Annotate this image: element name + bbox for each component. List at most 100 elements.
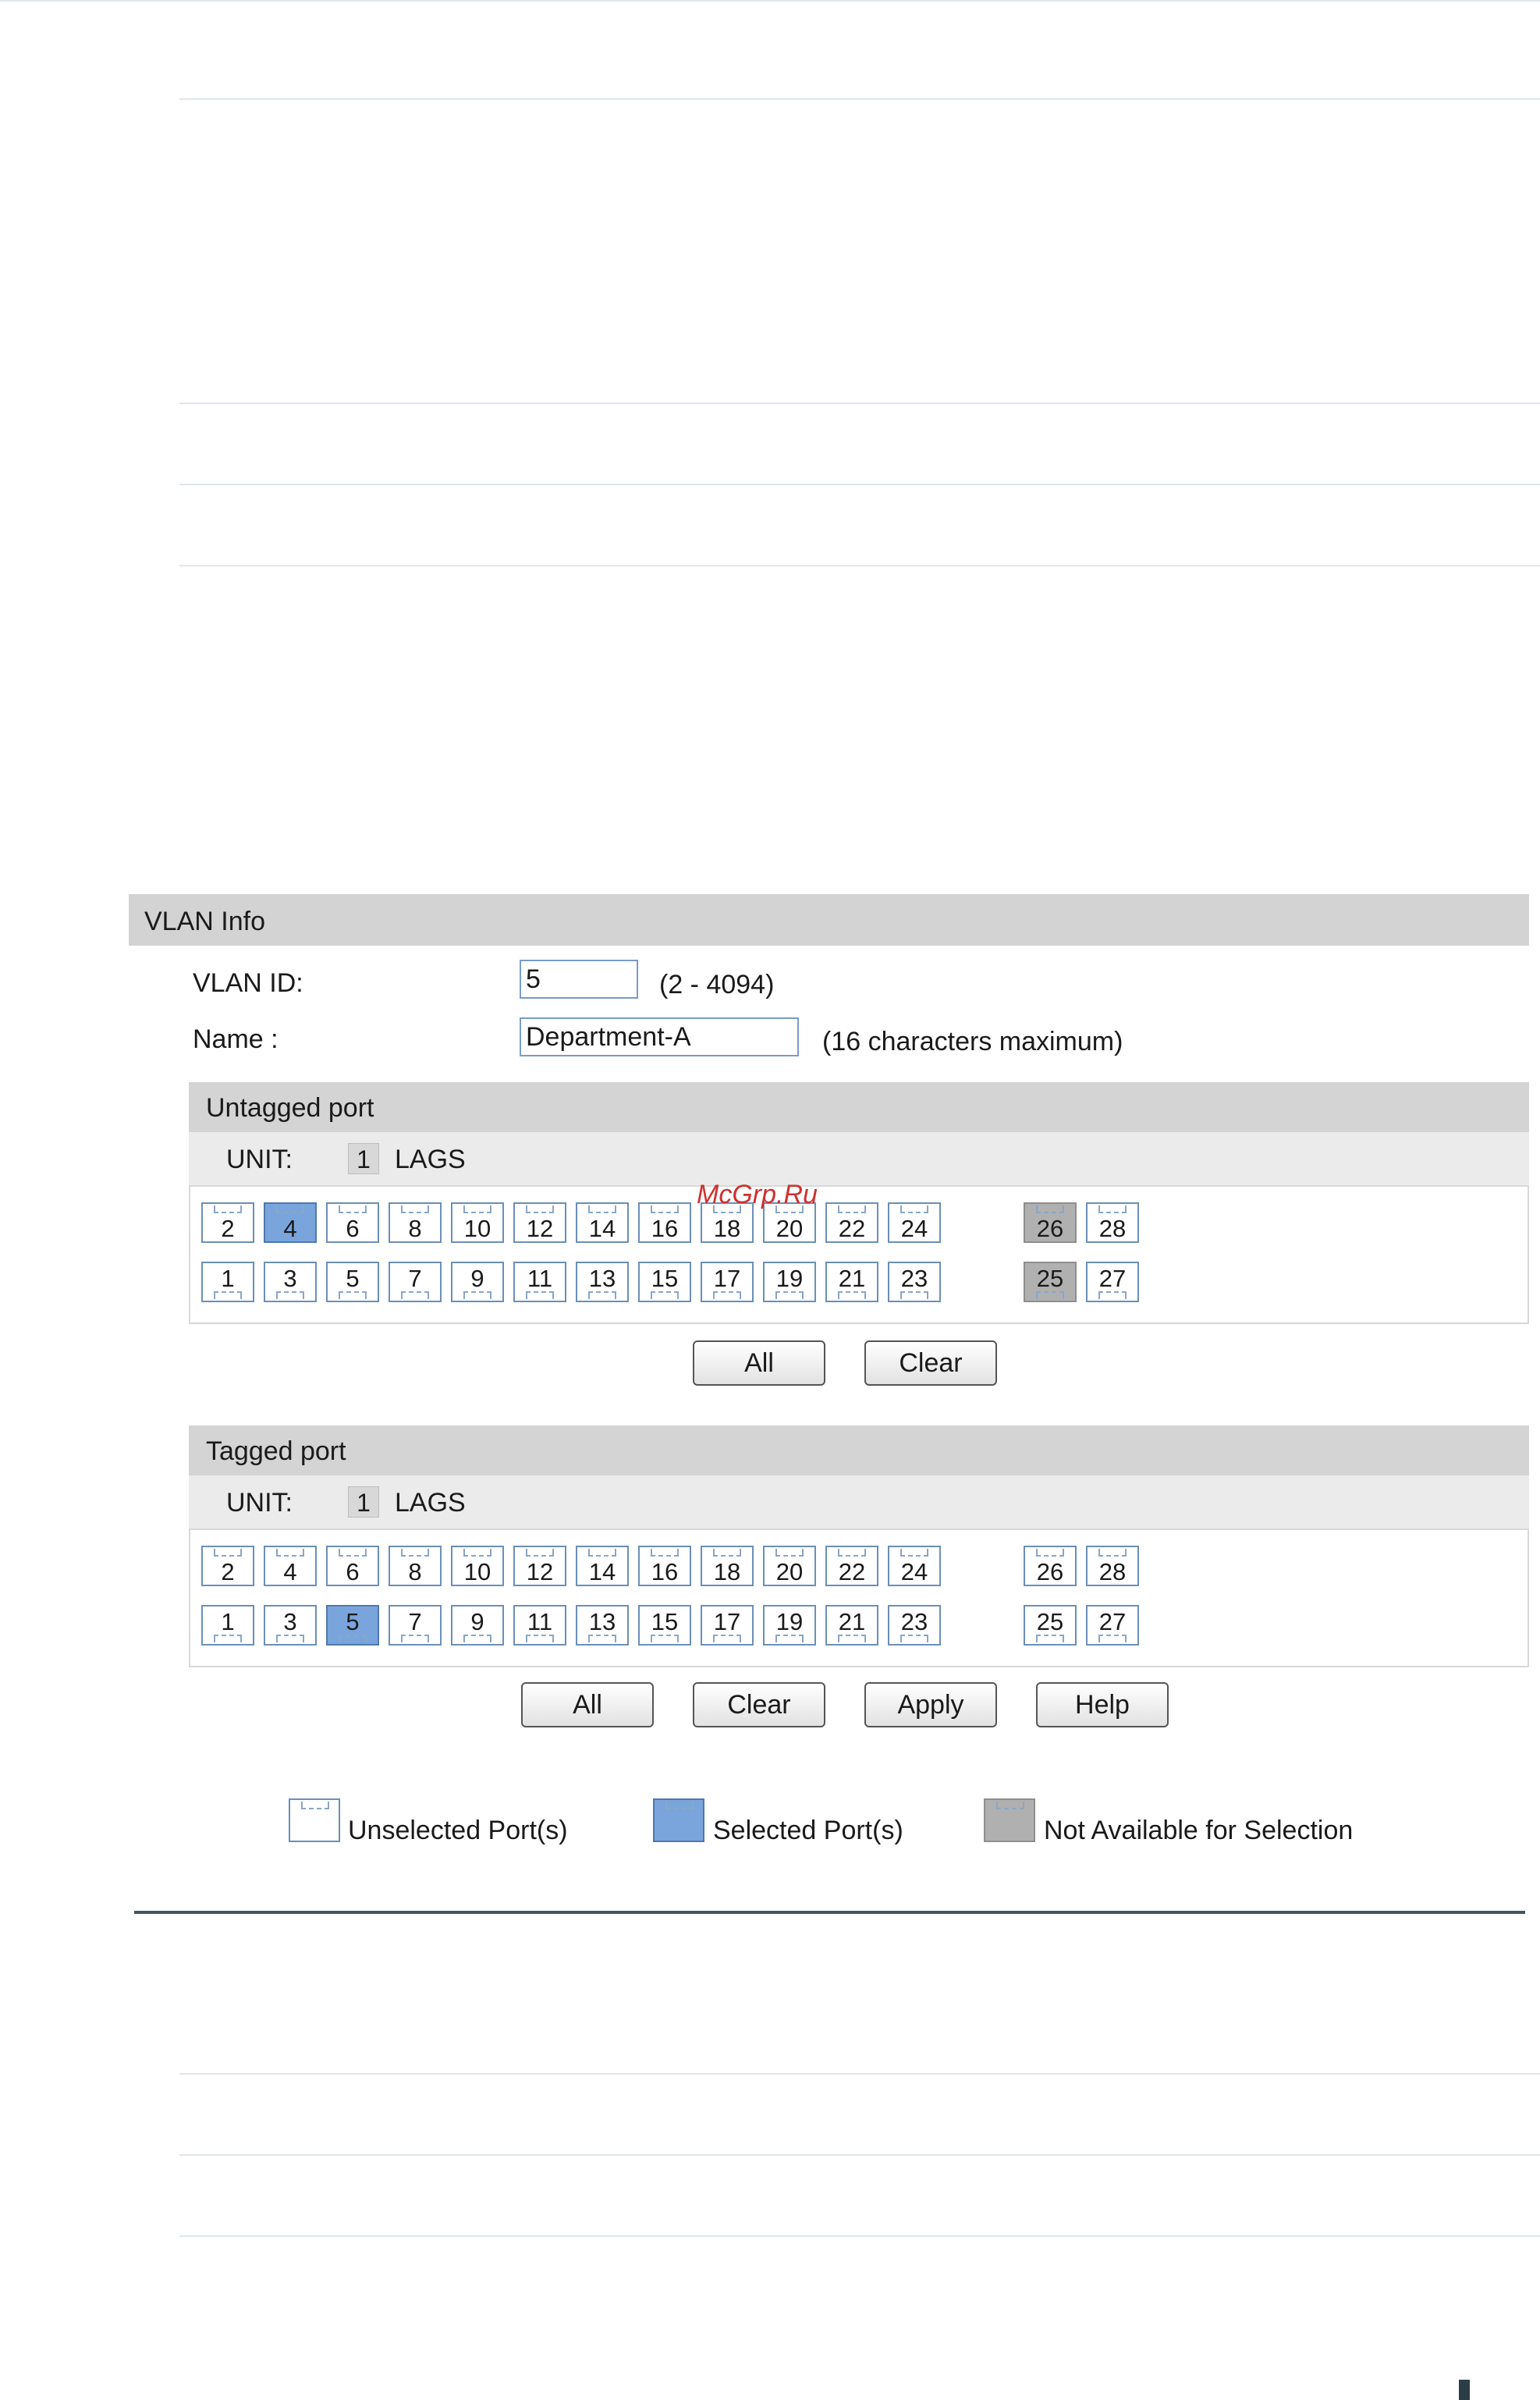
port-notch-icon	[339, 1549, 367, 1557]
untagged-port-21[interactable]: 21	[825, 1262, 878, 1302]
tagged-port-16[interactable]: 16	[638, 1546, 691, 1586]
legend-unselected-text: Unselected Port(s)	[348, 1816, 568, 1845]
untagged-port-2[interactable]: 2	[201, 1202, 254, 1243]
tagged-port-9[interactable]: 9	[451, 1605, 504, 1646]
untagged-port-27[interactable]: 27	[1086, 1262, 1139, 1302]
lags-tab[interactable]: LAGS	[395, 1488, 466, 1518]
tagged-all-button[interactable]: All	[521, 1682, 654, 1727]
untagged-port-9[interactable]: 9	[451, 1262, 504, 1302]
rule-line	[179, 2073, 1540, 2075]
untagged-port-5[interactable]: 5	[326, 1262, 379, 1302]
tagged-port-15[interactable]: 15	[638, 1605, 691, 1646]
untagged-port-10[interactable]: 10	[451, 1202, 504, 1243]
rule-line	[179, 98, 1540, 100]
untagged-port-13[interactable]: 13	[576, 1262, 629, 1302]
untagged-port-14[interactable]: 14	[576, 1202, 629, 1243]
tagged-port-22[interactable]: 22	[825, 1546, 878, 1586]
unit-label: UNIT:	[226, 1488, 293, 1518]
untagged-port-11[interactable]: 11	[513, 1262, 566, 1302]
tagged-port-19[interactable]: 19	[763, 1605, 816, 1646]
tagged-port-title: Tagged port	[206, 1436, 346, 1466]
port-number: 26	[1036, 1215, 1064, 1242]
untagged-clear-button[interactable]: Clear	[864, 1340, 997, 1386]
vlan-name-input[interactable]	[520, 1017, 799, 1056]
untagged-port-22[interactable]: 22	[825, 1202, 878, 1243]
port-number: 8	[408, 1215, 422, 1242]
untagged-port-17[interactable]: 17	[701, 1262, 754, 1302]
untagged-port-7[interactable]: 7	[389, 1262, 442, 1302]
untagged-port-6[interactable]: 6	[326, 1202, 379, 1243]
port-notch-icon	[401, 1549, 429, 1557]
untagged-port-19[interactable]: 19	[763, 1262, 816, 1302]
untagged-port-4[interactable]: 4	[264, 1202, 317, 1243]
port-number: 13	[588, 1608, 616, 1635]
port-notch-icon	[1098, 1549, 1127, 1557]
unit-1-tab[interactable]: 1	[348, 1486, 379, 1518]
port-notch-icon	[713, 1549, 741, 1557]
untagged-port-15[interactable]: 15	[638, 1262, 691, 1302]
port-number: 19	[775, 1608, 804, 1635]
port-number: 15	[651, 1265, 679, 1292]
tagged-port-18[interactable]: 18	[701, 1546, 754, 1586]
port-notch-icon	[463, 1549, 491, 1557]
tagged-port-13[interactable]: 13	[576, 1605, 629, 1646]
port-number: 8	[408, 1558, 422, 1585]
tagged-port-14[interactable]: 14	[576, 1546, 629, 1586]
unavailable-port-legend-icon	[984, 1798, 1035, 1842]
unit-1-tab[interactable]: 1	[348, 1143, 379, 1174]
tagged-port-4[interactable]: 4	[264, 1546, 317, 1586]
port-notch-icon	[838, 1549, 866, 1557]
tagged-port-3[interactable]: 3	[264, 1605, 317, 1646]
port-number: 10	[463, 1215, 491, 1242]
port-notch-icon	[526, 1549, 554, 1557]
tagged-port-7[interactable]: 7	[389, 1605, 442, 1646]
untagged-port-16[interactable]: 16	[638, 1202, 691, 1243]
tagged-port-28[interactable]: 28	[1086, 1546, 1139, 1586]
tagged-port-24[interactable]: 24	[888, 1546, 941, 1586]
name-hint: (16 characters maximum)	[822, 1027, 1123, 1056]
untagged-port-26: 26	[1024, 1202, 1077, 1243]
vlan-id-hint: (2 - 4094)	[659, 970, 775, 999]
tagged-port-23[interactable]: 23	[888, 1605, 941, 1646]
tagged-port-section: Tagged port UNIT: 1 LAGS 2 4 6 8 10 12 14 16 18 2…	[189, 1425, 1529, 1667]
tagged-port-2[interactable]: 2	[201, 1546, 254, 1586]
port-number: 21	[838, 1265, 866, 1292]
tagged-port-17[interactable]: 17	[701, 1605, 754, 1646]
port-notch-icon	[1098, 1205, 1127, 1213]
untagged-port-23[interactable]: 23	[888, 1262, 941, 1302]
tagged-port-26[interactable]: 26	[1024, 1546, 1077, 1586]
tagged-port-20[interactable]: 20	[763, 1546, 816, 1586]
tagged-port-12[interactable]: 12	[513, 1546, 566, 1586]
tagged-port-10[interactable]: 10	[451, 1546, 504, 1586]
port-number: 21	[838, 1608, 866, 1635]
tagged-port-21[interactable]: 21	[825, 1605, 878, 1646]
port-number: 11	[527, 1608, 553, 1635]
port-number: 7	[408, 1608, 422, 1635]
untagged-port-24[interactable]: 24	[888, 1202, 941, 1243]
untagged-port-25: 25	[1024, 1262, 1077, 1302]
port-number: 4	[283, 1558, 297, 1585]
untagged-port-8[interactable]: 8	[389, 1202, 442, 1243]
port-notch-icon	[401, 1205, 429, 1213]
port-number: 16	[651, 1215, 679, 1242]
untagged-port-28[interactable]: 28	[1086, 1202, 1139, 1243]
port-notch-icon	[214, 1549, 242, 1557]
tagged-port-5[interactable]: 5	[326, 1605, 379, 1646]
tagged-port-11[interactable]: 11	[513, 1605, 566, 1646]
untagged-port-1[interactable]: 1	[201, 1262, 254, 1302]
port-number: 6	[346, 1558, 360, 1585]
untagged-port-3[interactable]: 3	[264, 1262, 317, 1302]
untagged-port-12[interactable]: 12	[513, 1202, 566, 1243]
corner-mark	[1459, 2380, 1470, 2400]
help-button[interactable]: Help	[1036, 1682, 1169, 1727]
tagged-port-25[interactable]: 25	[1024, 1605, 1077, 1646]
tagged-port-8[interactable]: 8	[389, 1546, 442, 1586]
tagged-port-1[interactable]: 1	[201, 1605, 254, 1646]
tagged-port-6[interactable]: 6	[326, 1546, 379, 1586]
untagged-all-button[interactable]: All	[693, 1340, 825, 1386]
vlan-id-input[interactable]	[520, 960, 638, 999]
tagged-clear-button[interactable]: Clear	[693, 1682, 825, 1727]
apply-button[interactable]: Apply	[864, 1682, 997, 1727]
tagged-port-27[interactable]: 27	[1086, 1605, 1139, 1646]
lags-tab[interactable]: LAGS	[395, 1145, 466, 1175]
